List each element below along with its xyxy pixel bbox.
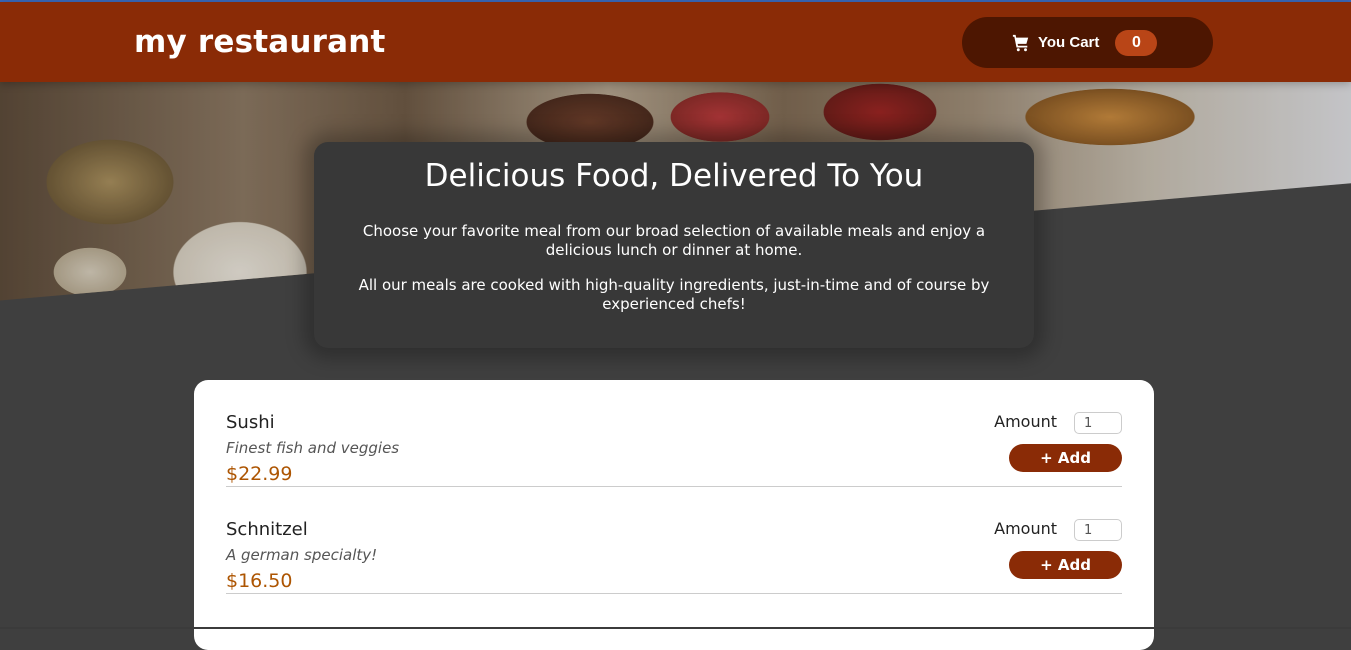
cart-count-badge: 0 bbox=[1115, 29, 1158, 56]
meal-price: $16.50 bbox=[226, 570, 293, 592]
meal-item: Schnitzel A german specialty! $16.50 Amo… bbox=[226, 487, 1122, 594]
site-header: my restaurant You Cart 0 bbox=[0, 2, 1351, 82]
amount-input[interactable] bbox=[1074, 519, 1122, 541]
meal-item: Sushi Finest fish and veggies $22.99 Amo… bbox=[226, 380, 1122, 487]
shopping-cart-icon bbox=[1012, 34, 1030, 52]
add-to-cart-button[interactable]: + Add bbox=[1009, 551, 1122, 579]
amount-label: Amount bbox=[994, 412, 1057, 431]
meal-description: Finest fish and veggies bbox=[226, 439, 400, 457]
meal-description: A german specialty! bbox=[226, 546, 378, 564]
cart-button[interactable]: You Cart 0 bbox=[962, 17, 1213, 68]
meals-summary-card: Delicious Food, Delivered To You Choose … bbox=[314, 142, 1034, 348]
summary-paragraph-2: All our meals are cooked with high-quali… bbox=[358, 276, 990, 313]
amount-label: Amount bbox=[994, 519, 1057, 538]
summary-title: Delicious Food, Delivered To You bbox=[424, 158, 924, 194]
amount-input[interactable] bbox=[1074, 412, 1122, 434]
cart-label: You Cart bbox=[1038, 34, 1100, 51]
summary-paragraph-1: Choose your favorite meal from our broad… bbox=[362, 222, 986, 259]
meal-name: Sushi bbox=[226, 412, 275, 433]
add-to-cart-button[interactable]: + Add bbox=[1009, 444, 1122, 472]
available-meals-card: Sushi Finest fish and veggies $22.99 Amo… bbox=[194, 380, 1154, 650]
meal-name: Schnitzel bbox=[226, 519, 308, 540]
brand-title: my restaurant bbox=[134, 24, 386, 60]
meal-price: $22.99 bbox=[226, 463, 293, 485]
